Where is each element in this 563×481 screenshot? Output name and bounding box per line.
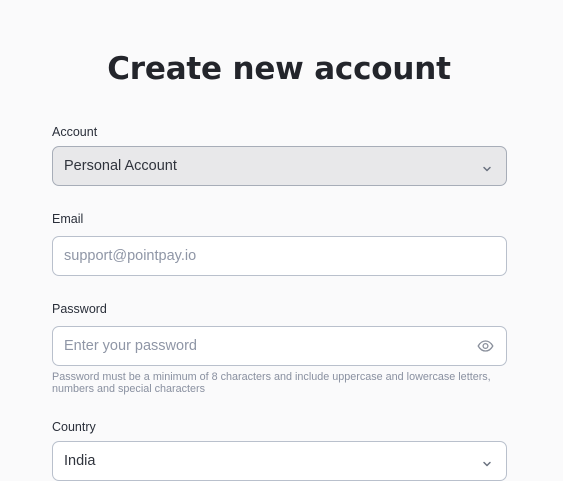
chevron-down-icon: [482, 456, 492, 467]
account-label: Account: [52, 125, 98, 139]
page-title: Create new account: [107, 51, 451, 87]
password-hint: Password must be a minimum of 8 characte…: [52, 371, 491, 395]
create-account-page: Create new account Account Personal Acco…: [0, 0, 563, 481]
email-label: Email: [52, 212, 84, 226]
account-select-value: Personal Account: [64, 158, 177, 174]
eye-icon[interactable]: [477, 338, 494, 354]
country-label: Country: [52, 420, 96, 434]
country-select-value: India: [64, 453, 96, 469]
email-placeholder: support@pointpay.io: [64, 248, 197, 264]
email-field[interactable]: support@pointpay.io: [52, 236, 507, 276]
chevron-down-icon: [482, 161, 492, 172]
country-select[interactable]: India: [52, 441, 507, 481]
password-field[interactable]: Enter your password: [52, 326, 507, 366]
account-select[interactable]: Personal Account: [52, 146, 507, 186]
password-label: Password: [52, 302, 107, 316]
password-placeholder: Enter your password: [64, 338, 197, 354]
